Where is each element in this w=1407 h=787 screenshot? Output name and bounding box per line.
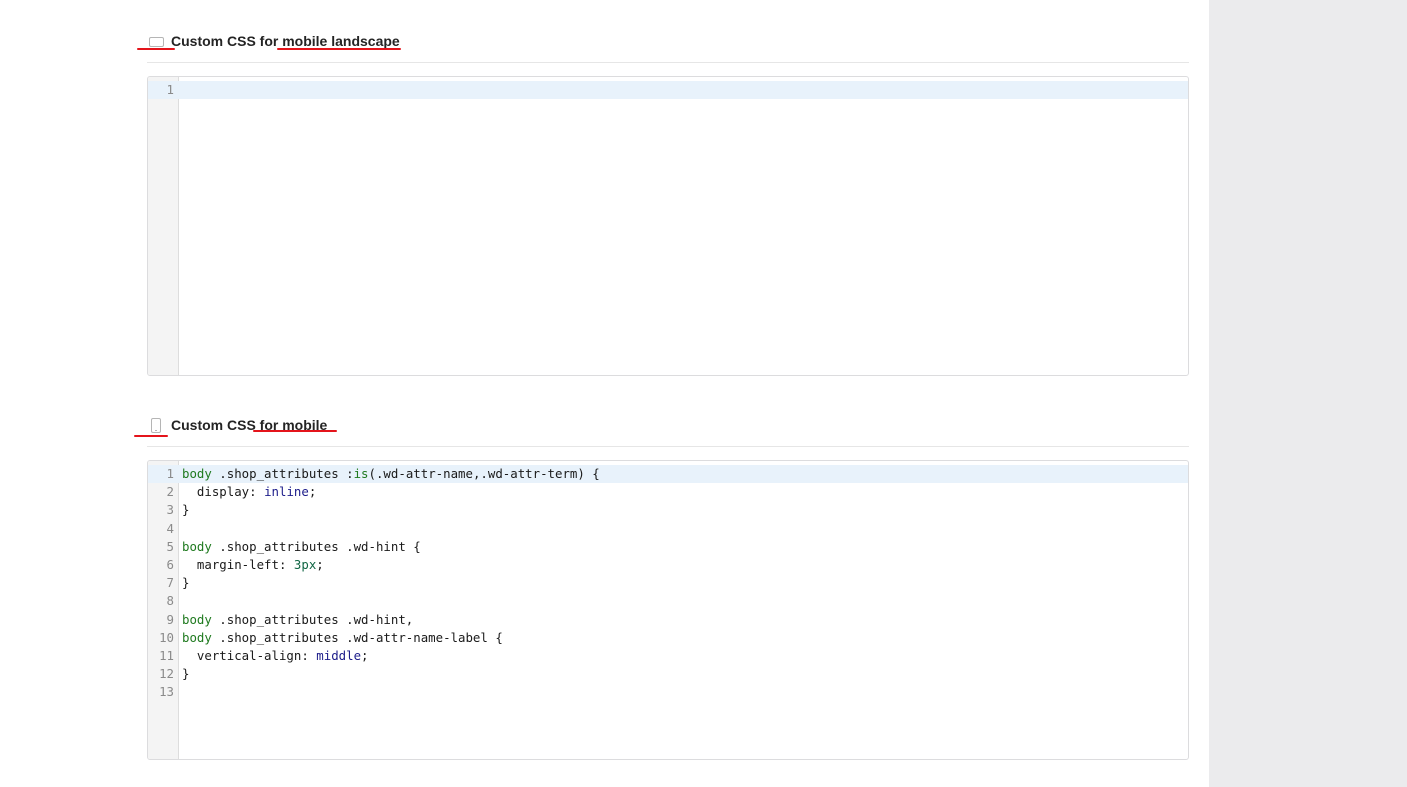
code-line[interactable]: 5 body .shop_attributes .wd-hint { xyxy=(148,538,1188,556)
code-text: body .shop_attributes :is(.wd-attr-name,… xyxy=(182,466,600,481)
code-text: body .shop_attributes .wd-attr-name-labe… xyxy=(182,629,503,645)
mobile-portrait-icon xyxy=(151,418,161,433)
code-text: } xyxy=(182,575,190,591)
code-text: body .shop_attributes .wd-hint, xyxy=(182,611,414,627)
code-text: body .shop_attributes .wd-hint { xyxy=(182,538,421,554)
line-number: 8 xyxy=(166,593,174,609)
code-line[interactable]: 1 body .shop_attributes :is(.wd-attr-name… xyxy=(148,465,1188,484)
code-line[interactable]: 4 xyxy=(148,520,1188,538)
code-text: margin-left: 3px; xyxy=(182,556,324,572)
annotation-underline xyxy=(137,48,175,50)
line-number: 13 xyxy=(159,684,174,700)
line-number: 2 xyxy=(166,484,174,500)
code-line[interactable]: 9 body .shop_attributes .wd-hint, xyxy=(148,611,1188,629)
code-text: display: inline; xyxy=(182,484,317,500)
line-number-gutter xyxy=(148,77,179,375)
css-editor-mobile-landscape[interactable]: 1 xyxy=(147,76,1189,376)
line-number: 1 xyxy=(166,82,174,97)
code-line[interactable]: 6 margin-left: 3px; xyxy=(148,556,1188,574)
code-lines: 1 body .shop_attributes :is(.wd-attr-name… xyxy=(148,465,1188,701)
css-editor-mobile[interactable]: 1 body .shop_attributes :is(.wd-attr-name… xyxy=(147,460,1189,760)
line-number: 10 xyxy=(159,629,174,645)
annotation-underline xyxy=(134,435,168,437)
line-number: 9 xyxy=(166,611,174,627)
code-text: } xyxy=(182,666,190,682)
code-line[interactable]: 8 xyxy=(148,592,1188,610)
code-line[interactable]: 11 vertical-align: middle; xyxy=(148,647,1188,665)
right-sidebar xyxy=(1209,0,1407,787)
code-text: } xyxy=(182,502,190,518)
line-number: 4 xyxy=(166,520,174,536)
line-number: 11 xyxy=(159,647,174,663)
annotation-underline xyxy=(277,48,401,50)
line-number: 12 xyxy=(159,666,174,682)
line-number: 6 xyxy=(166,556,174,572)
line-number: 3 xyxy=(166,502,174,518)
code-line[interactable]: 1 xyxy=(148,81,1188,100)
mobile-landscape-icon xyxy=(149,37,164,47)
code-line[interactable]: 10 body .shop_attributes .wd-attr-name-la… xyxy=(148,629,1188,647)
section-title-mobile-landscape: Custom CSS for mobile landscape xyxy=(171,33,400,49)
code-line[interactable]: 2 display: inline; xyxy=(148,483,1188,501)
line-number: 5 xyxy=(166,538,174,554)
code-text: vertical-align: middle; xyxy=(182,647,369,663)
code-line[interactable]: 12} xyxy=(148,665,1188,683)
line-number: 7 xyxy=(166,575,174,591)
code-lines: 1 xyxy=(148,81,1188,100)
code-line[interactable]: 3} xyxy=(148,501,1188,519)
line-number: 1 xyxy=(166,466,174,481)
annotation-underline xyxy=(253,430,337,432)
code-line[interactable]: 13 xyxy=(148,683,1188,701)
code-line[interactable]: 7} xyxy=(148,574,1188,592)
